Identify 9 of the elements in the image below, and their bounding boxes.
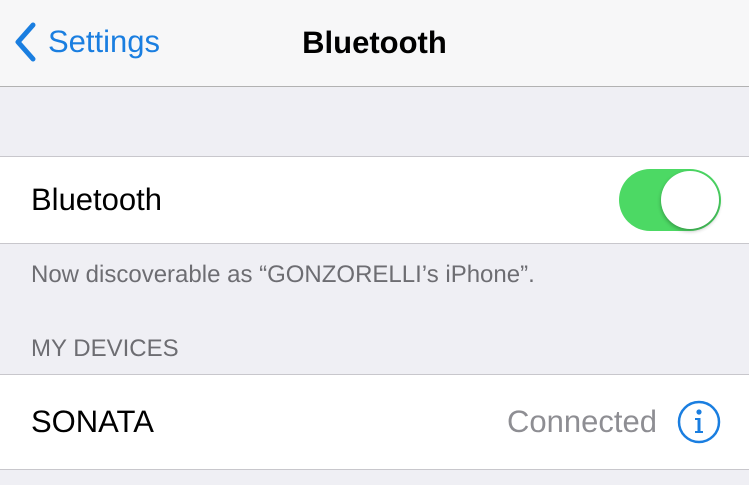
back-button[interactable]: Settings <box>14 22 160 62</box>
toggle-switch[interactable] <box>619 169 721 231</box>
window-title: Bluetooth <box>302 25 447 61</box>
device-name: SONATA <box>31 404 155 440</box>
footer-text: Now discoverable as “GONZORELLI’s iPhone”. <box>30 260 536 290</box>
chevron-left-icon <box>14 22 36 62</box>
row-label: Bluetooth <box>31 182 163 218</box>
info-icon[interactable] <box>677 400 721 444</box>
device-status: Connected <box>507 404 657 440</box>
